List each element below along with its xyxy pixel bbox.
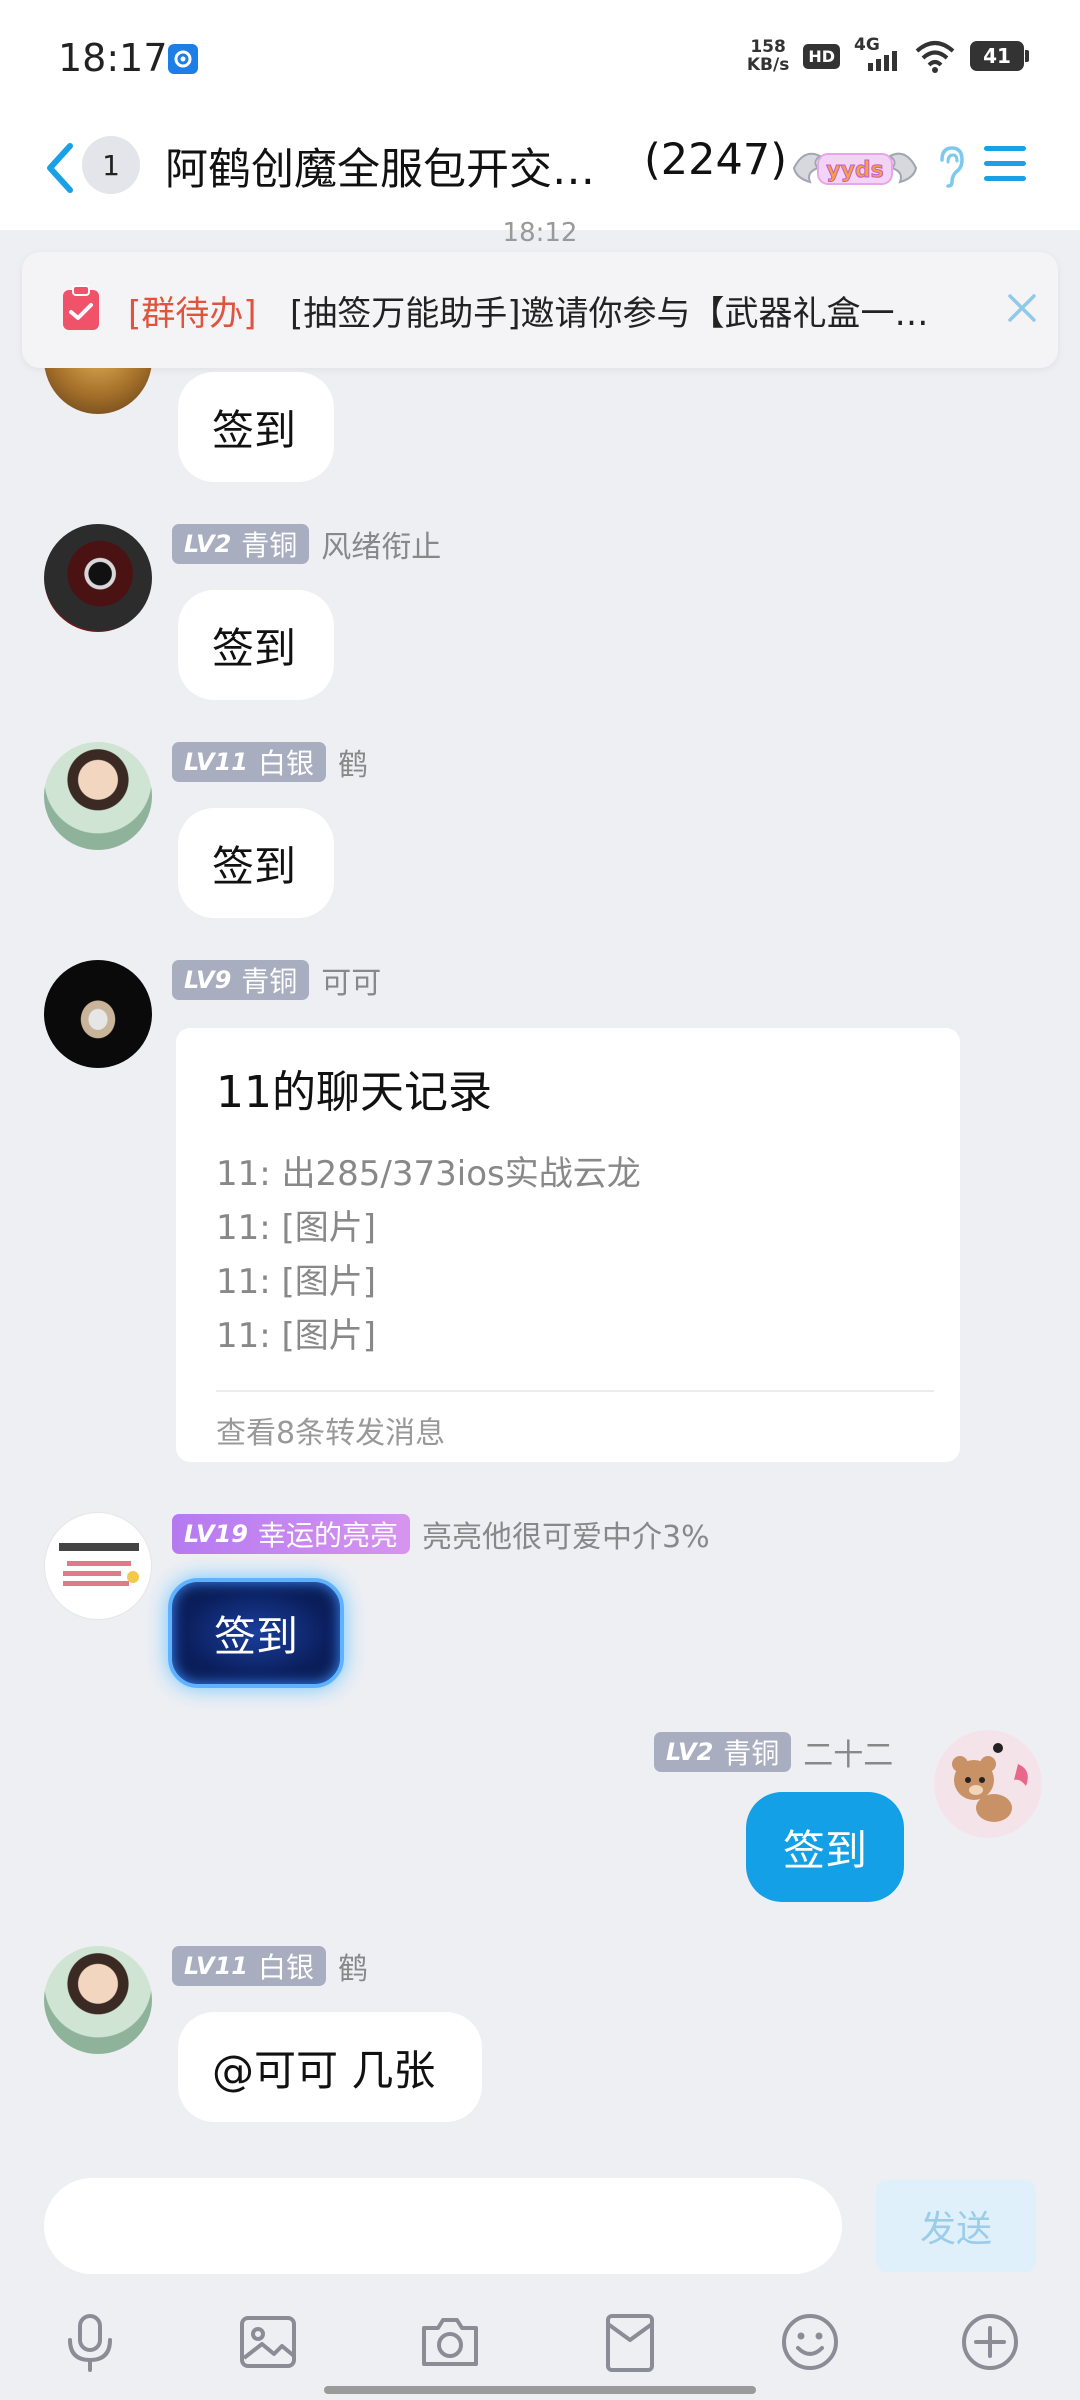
ear-icon[interactable] (936, 144, 966, 188)
avatar[interactable] (44, 742, 152, 850)
level-title: 白银 (257, 747, 314, 780)
avatar[interactable] (44, 1512, 152, 1620)
forward-line: 11: 出285/373ios实战云龙 (216, 1154, 641, 1194)
sender-nickname[interactable]: 鹤 (338, 1944, 368, 1988)
notice-text: [抽签万能助手]邀请你参与【武器礼盒一… (290, 294, 929, 334)
message-text: 签到 (213, 1611, 298, 1661)
home-indicator[interactable] (324, 2386, 756, 2394)
app-notification-icon (168, 44, 198, 74)
message-bubble[interactable]: 签到 (178, 808, 334, 918)
level-title: 青铜 (241, 965, 298, 998)
net-speed-value: 158 (750, 37, 786, 57)
level-number: LV9 (184, 966, 232, 994)
forward-line: 11: [图片] (216, 1208, 377, 1248)
level-badge: LV2 青铜 (654, 1732, 792, 1772)
sender-nickname[interactable]: 可可 (321, 958, 381, 1002)
clipboard-check-icon (63, 285, 99, 330)
yyds-badge-text: yyds (826, 158, 884, 183)
wifi-icon (915, 41, 955, 73)
view-forwarded-link[interactable]: 查看8条转发消息 (216, 1408, 445, 1452)
image-icon[interactable] (236, 2310, 300, 2374)
member-count[interactable]: (2247) (644, 135, 787, 185)
level-title: 青铜 (241, 529, 298, 562)
chat-header: 1 阿鹤创魔全服包开交… (2247) yyds (0, 110, 1080, 230)
time-divider: 18:12 (502, 218, 578, 248)
avatar[interactable] (44, 524, 152, 632)
level-badge: LV19 幸运的亮亮 (172, 1514, 410, 1554)
forward-title: 11的聊天记录 (216, 1067, 492, 1118)
back-arrow-icon[interactable] (40, 138, 80, 198)
message-meta: LV2 青铜 风绪衔止 (172, 522, 441, 566)
message-meta: LV11 白银 鹤 (172, 740, 368, 784)
status-bar: 18:17 158 KB/s HD 4G 41 (0, 0, 1080, 110)
message-text: @可可 几张 (212, 2045, 436, 2095)
sender-nickname[interactable]: 风绪衔止 (321, 522, 441, 566)
level-title: 白银 (257, 1951, 314, 1984)
send-button[interactable]: 发送 (876, 2180, 1036, 2272)
level-title: 幸运的亮亮 (257, 1519, 398, 1552)
divider (216, 1390, 934, 1392)
level-badge: LV2 青铜 (172, 524, 310, 564)
message-bubble[interactable]: 签到 (178, 372, 334, 482)
signal-icon: 4G (854, 35, 900, 73)
level-badge: LV11 白银 (172, 1946, 326, 1986)
close-icon[interactable] (1004, 290, 1040, 326)
avatar-text-image (59, 1543, 139, 1586)
message-bubble[interactable]: @可可 几张 (178, 2012, 482, 2122)
battery-icon: 41 (970, 41, 1029, 71)
message-text: 签到 (212, 841, 297, 891)
level-number: LV11 (184, 748, 248, 776)
microphone-icon[interactable] (58, 2310, 122, 2374)
level-number: LV2 (666, 1738, 714, 1766)
message-meta: LV9 青铜 可可 (172, 958, 381, 1002)
message-text: 签到 (212, 623, 297, 673)
input-area: 发送 (0, 2160, 1080, 2400)
status-time: 18:17 (58, 36, 168, 80)
level-badge: LV11 白银 (172, 742, 326, 782)
message-text: 签到 (782, 1825, 867, 1875)
level-badge: LV9 青铜 (172, 960, 310, 1000)
forwarded-chat-card[interactable]: 11的聊天记录 11: 出285/373ios实战云龙 11: [图片] 11:… (176, 1028, 960, 1462)
sender-nickname[interactable]: 二十二 (803, 1730, 893, 1774)
message-bubble-decorated[interactable]: 签到 (168, 1578, 344, 1688)
net-speed: 158 KB/s (747, 38, 789, 74)
notice-tag: [群待办] (128, 294, 257, 334)
forward-line: 11: [图片] (216, 1262, 377, 1302)
camera-icon[interactable] (418, 2310, 482, 2374)
group-todo-notice[interactable]: [群待办] [抽签万能助手]邀请你参与【武器礼盒一… (22, 252, 1058, 368)
yyds-badge-icon: yyds (792, 152, 918, 185)
sender-nickname[interactable]: 鹤 (338, 740, 368, 784)
hd-icon: HD (803, 43, 840, 69)
message-meta: LV11 白银 鹤 (172, 1944, 368, 1988)
forward-line: 11: [图片] (216, 1316, 377, 1356)
message-bubble[interactable]: 签到 (178, 590, 334, 700)
message-text: 签到 (212, 405, 297, 455)
level-number: LV2 (184, 530, 232, 558)
unread-count-badge[interactable]: 1 (82, 136, 140, 194)
message-bubble-self[interactable]: 签到 (746, 1792, 904, 1902)
message-input[interactable] (44, 2178, 842, 2274)
status-indicators: 158 KB/s HD 4G 41 (747, 35, 1029, 74)
message-meta: LV19 幸运的亮亮 亮亮他很可爱中介3% (172, 1512, 710, 1556)
avatar[interactable] (934, 1730, 1042, 1838)
level-title: 青铜 (723, 1737, 780, 1770)
avatar[interactable] (44, 960, 152, 1068)
level-number: LV11 (184, 1952, 248, 1980)
bear-avatar-icon (952, 1743, 1028, 1822)
avatar[interactable] (44, 1946, 152, 2054)
level-number: LV19 (184, 1520, 248, 1548)
message-meta: LV2 青铜 二十二 (654, 1730, 893, 1774)
sender-nickname[interactable]: 亮亮他很可爱中介3% (422, 1512, 710, 1556)
menu-icon[interactable] (982, 142, 1028, 186)
red-envelope-icon[interactable] (598, 2310, 662, 2374)
net-speed-unit: KB/s (746, 55, 790, 75)
emoji-icon[interactable] (778, 2310, 842, 2374)
battery-level: 41 (983, 44, 1011, 68)
chat-title[interactable]: 阿鹤创魔全服包开交… (165, 135, 595, 197)
plus-icon[interactable] (958, 2310, 1022, 2374)
